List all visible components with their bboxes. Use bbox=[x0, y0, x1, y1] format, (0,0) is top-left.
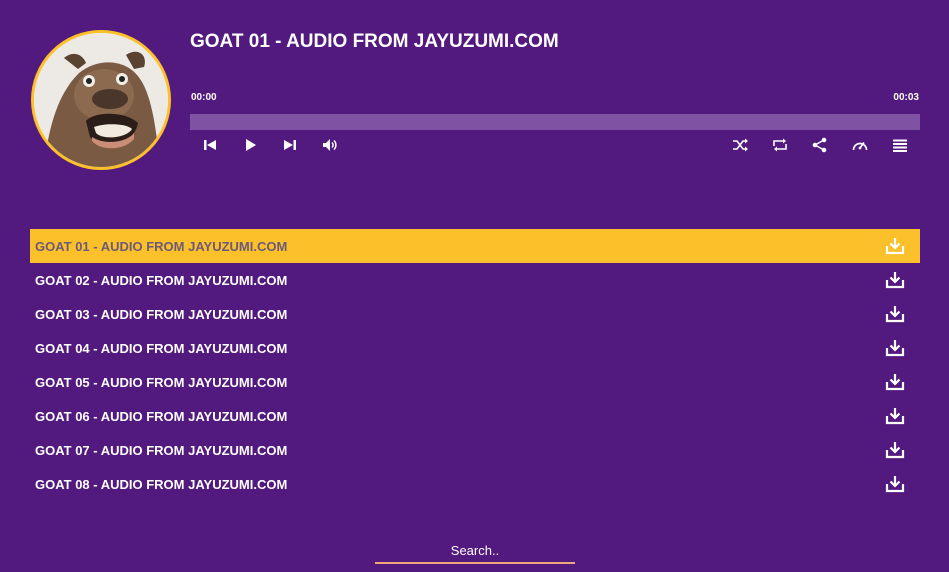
previous-icon bbox=[204, 140, 216, 150]
audio-player: GOAT 01 - AUDIO FROM JAYUZUMI.COM 00:00 … bbox=[0, 0, 949, 200]
download-icon[interactable] bbox=[885, 339, 905, 357]
previous-button[interactable] bbox=[199, 135, 221, 155]
playlist-item[interactable]: GOAT 01 - AUDIO FROM JAYUZUMI.COM bbox=[30, 229, 920, 263]
download-icon[interactable] bbox=[885, 441, 905, 459]
play-icon bbox=[246, 139, 256, 151]
download-icon[interactable] bbox=[885, 373, 905, 391]
download-icon[interactable] bbox=[885, 475, 905, 493]
progress-bar[interactable] bbox=[190, 114, 920, 130]
playlist-item-title: GOAT 02 - AUDIO FROM JAYUZUMI.COM bbox=[35, 272, 288, 288]
playlist-toggle-button[interactable] bbox=[889, 135, 911, 155]
download-icon[interactable] bbox=[885, 407, 905, 425]
next-button[interactable] bbox=[279, 135, 301, 155]
playlist-item[interactable]: GOAT 03 - AUDIO FROM JAYUZUMI.COM bbox=[30, 297, 920, 331]
playlist-item-title: GOAT 05 - AUDIO FROM JAYUZUMI.COM bbox=[35, 374, 288, 390]
speed-icon bbox=[852, 142, 868, 151]
album-artwork bbox=[31, 30, 171, 170]
speed-button[interactable] bbox=[849, 135, 871, 155]
track-title: GOAT 01 - AUDIO FROM JAYUZUMI.COM bbox=[190, 31, 559, 52]
duration-time: 00:03 bbox=[893, 92, 919, 103]
share-button[interactable] bbox=[809, 135, 831, 155]
playlist-item[interactable]: GOAT 05 - AUDIO FROM JAYUZUMI.COM bbox=[30, 365, 920, 399]
shuffle-button[interactable] bbox=[729, 135, 751, 155]
playlist-icon bbox=[893, 139, 907, 152]
search-input[interactable] bbox=[375, 538, 575, 564]
play-button[interactable] bbox=[239, 135, 261, 155]
playlist-item-title: GOAT 08 - AUDIO FROM JAYUZUMI.COM bbox=[35, 476, 288, 492]
playlist-item[interactable]: GOAT 04 - AUDIO FROM JAYUZUMI.COM bbox=[30, 331, 920, 365]
playlist-item-title: GOAT 04 - AUDIO FROM JAYUZUMI.COM bbox=[35, 340, 288, 356]
playlist-item[interactable]: GOAT 02 - AUDIO FROM JAYUZUMI.COM bbox=[30, 263, 920, 297]
download-icon[interactable] bbox=[885, 305, 905, 323]
playlist-item-title: GOAT 01 - AUDIO FROM JAYUZUMI.COM bbox=[35, 238, 288, 254]
playlist: GOAT 01 - AUDIO FROM JAYUZUMI.COM GOAT 02… bbox=[30, 229, 920, 501]
share-icon bbox=[812, 137, 827, 153]
current-time: 00:00 bbox=[191, 92, 217, 103]
playlist-item-title: GOAT 07 - AUDIO FROM JAYUZUMI.COM bbox=[35, 442, 288, 458]
download-icon[interactable] bbox=[885, 271, 905, 289]
playlist-item[interactable]: GOAT 06 - AUDIO FROM JAYUZUMI.COM bbox=[30, 399, 920, 433]
playlist-item[interactable]: GOAT 08 - AUDIO FROM JAYUZUMI.COM bbox=[30, 467, 920, 501]
volume-icon bbox=[323, 139, 337, 151]
playlist-item-title: GOAT 06 - AUDIO FROM JAYUZUMI.COM bbox=[35, 408, 288, 424]
playlist-item-title: GOAT 03 - AUDIO FROM JAYUZUMI.COM bbox=[35, 306, 288, 322]
volume-button[interactable] bbox=[319, 135, 341, 155]
next-icon bbox=[284, 140, 296, 150]
repeat-icon bbox=[773, 138, 787, 152]
playlist-item[interactable]: GOAT 07 - AUDIO FROM JAYUZUMI.COM bbox=[30, 433, 920, 467]
goat-photo-icon bbox=[34, 33, 168, 167]
repeat-button[interactable] bbox=[769, 135, 791, 155]
shuffle-icon bbox=[733, 138, 748, 152]
download-icon[interactable] bbox=[885, 237, 905, 255]
